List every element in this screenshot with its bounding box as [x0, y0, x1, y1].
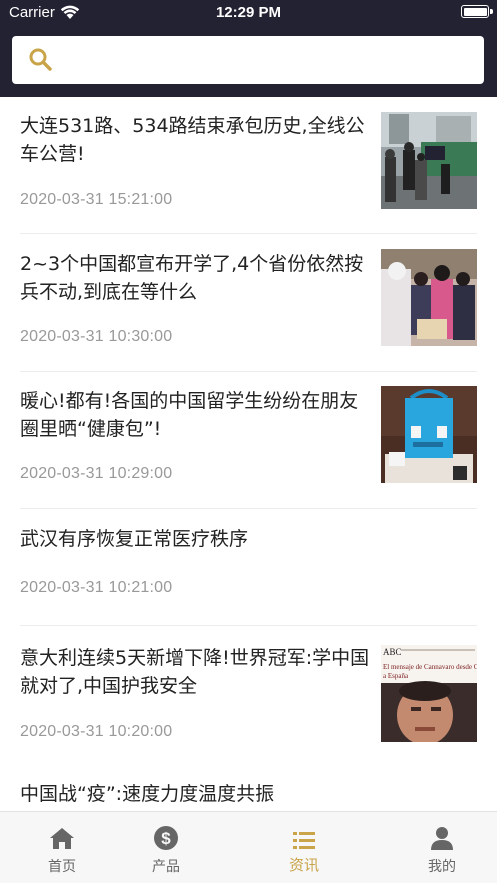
battery-icon	[461, 5, 493, 18]
news-title-line: 武汉有序恢复正常医疗秩序	[20, 528, 249, 550]
news-title-line: 2~3个中国都宣布开学了,4个省份依然按	[20, 253, 364, 275]
user-icon	[431, 827, 453, 850]
news-item[interactable]: 暖心!都有!各国的中国留学生纷纷在朋友 圈里晒“健康包”! 2020-03-31…	[0, 372, 497, 509]
search-icon[interactable]	[28, 47, 54, 73]
status-time: 12:29 PM	[215, 4, 282, 21]
news-title-line: 意大利连续5天新增下降!世界冠军:学中国	[20, 647, 370, 669]
news-title-line: 就对了,中国护我安全	[20, 675, 198, 697]
news-date: 2020-03-31 10:20:00	[20, 723, 173, 740]
tab-profile[interactable]: 我的	[380, 812, 497, 883]
news-title: 武汉有序恢复正常医疗秩序	[20, 525, 248, 553]
divider	[20, 625, 477, 626]
news-title: 2~3个中国都宣布开学了,4个省份依然按 兵不动,到底在等什么	[20, 250, 363, 306]
news-item[interactable]: 意大利连续5天新增下降!世界冠军:学中国 就对了,中国护我安全 2020-03-…	[0, 627, 497, 765]
tab-bar: 首页 $ 产品 资讯 我的	[0, 811, 497, 883]
news-title: 大连531路、534路结束承包历史,全线公 车公营!	[20, 112, 365, 168]
news-title: 暖心!都有!各国的中国留学生纷纷在朋友 圈里晒“健康包”!	[20, 387, 358, 443]
news-title: 中国战“疫”:速度力度温度共振	[20, 780, 274, 808]
news-list[interactable]: 大连531路、534路结束承包历史,全线公 车公营! 2020-03-31 15…	[0, 97, 497, 811]
news-title-line: 暖心!都有!各国的中国留学生纷纷在朋友	[20, 390, 359, 412]
tab-label: 产品	[152, 859, 180, 875]
news-item[interactable]: 武汉有序恢复正常医疗秩序 2020-03-31 10:21:00	[0, 509, 497, 627]
list-icon	[293, 832, 315, 849]
news-title-line: 兵不动,到底在等什么	[20, 281, 198, 303]
news-date: 2020-03-31 10:30:00	[20, 328, 173, 345]
thumb-abc-text: ABC	[383, 647, 402, 657]
news-thumbnail-students	[381, 249, 477, 346]
status-bar: Carrier 12:29 PM	[0, 0, 497, 26]
home-icon	[50, 828, 74, 849]
tab-news[interactable]: 资讯	[242, 812, 366, 883]
divider	[20, 233, 477, 234]
tab-label: 我的	[428, 859, 456, 875]
dollar-icon: $	[154, 826, 178, 850]
news-title-line: 大连531路、534路结束承包历史,全线公	[20, 115, 365, 137]
news-item[interactable]: 大连531路、534路结束承包历史,全线公 车公营! 2020-03-31 15…	[0, 97, 497, 235]
thumb-headline-2: a España	[383, 672, 409, 680]
news-title-line: 车公营!	[20, 143, 85, 165]
tab-products[interactable]: $ 产品	[104, 812, 228, 883]
news-thumbnail-bus-station	[381, 112, 477, 209]
news-date: 2020-03-31 15:21:00	[20, 191, 173, 208]
news-date: 2020-03-31 10:21:00	[20, 579, 173, 596]
search-bar[interactable]	[12, 36, 484, 84]
news-thumbnail-health-bag	[381, 386, 477, 483]
news-title-line: 中国战“疫”:速度力度温度共振	[20, 783, 275, 805]
header: Carrier 12:29 PM	[0, 0, 497, 97]
search-input[interactable]	[68, 44, 468, 76]
svg-text:$: $	[161, 829, 171, 848]
tab-label: 资讯	[288, 856, 319, 874]
news-title-line: 圈里晒“健康包”!	[20, 418, 162, 440]
thumb-headline-1: El mensaje de Cannavaro desde China	[383, 663, 477, 671]
news-item[interactable]: 中国战“疫”:速度力度温度共振	[0, 765, 497, 811]
news-item[interactable]: 2~3个中国都宣布开学了,4个省份依然按 兵不动,到底在等什么 2020-03-…	[0, 235, 497, 372]
news-thumbnail-cannavaro: ABC El mensaje de Cannavaro desde China …	[381, 645, 477, 742]
news-date: 2020-03-31 10:29:00	[20, 465, 173, 482]
news-title: 意大利连续5天新增下降!世界冠军:学中国 就对了,中国护我安全	[20, 644, 369, 700]
